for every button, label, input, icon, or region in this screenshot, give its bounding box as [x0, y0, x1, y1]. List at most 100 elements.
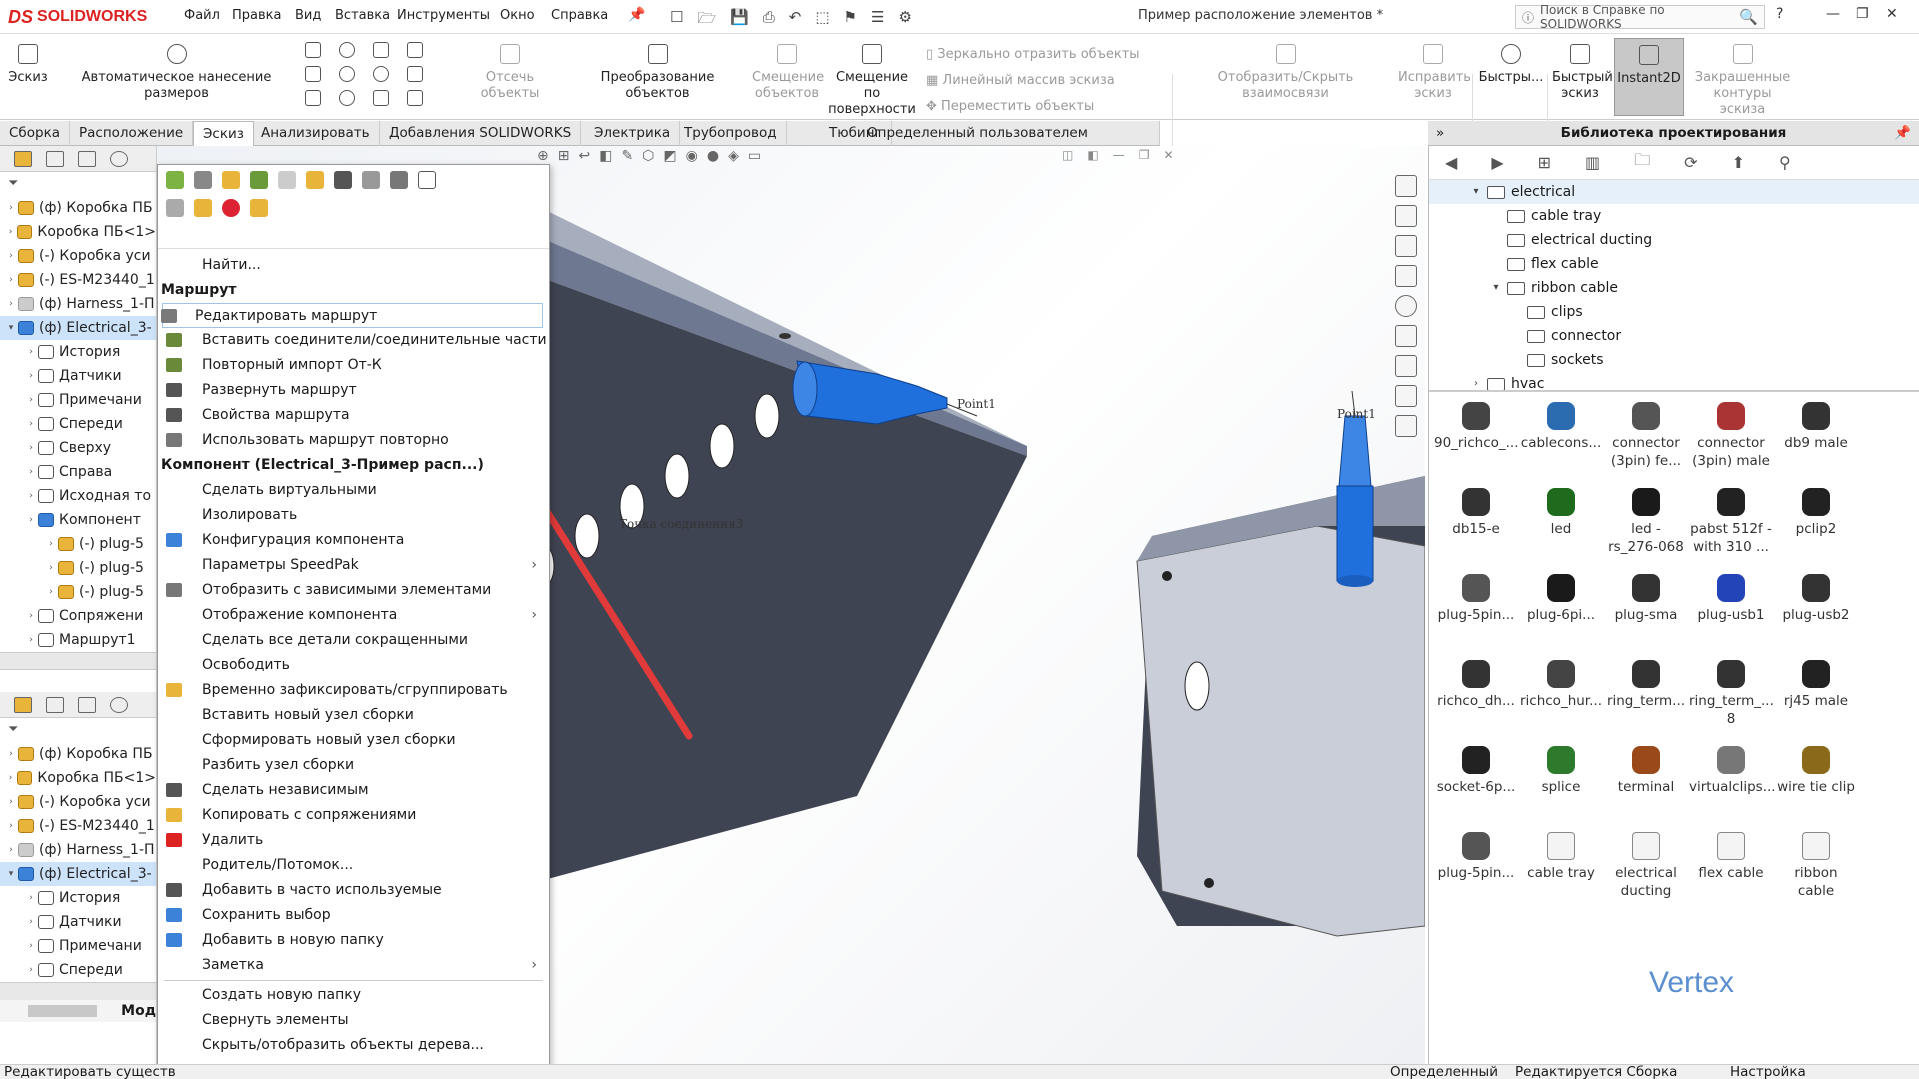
properties-icon[interactable]	[418, 171, 436, 189]
tab-solidworks-addins[interactable]: Добавления SOLIDWORKS	[380, 121, 582, 146]
library-item[interactable]: richco_hur...	[1519, 660, 1603, 710]
fillet-icon[interactable]	[373, 90, 389, 106]
help-icon[interactable]: ?	[1776, 6, 1783, 22]
add-to-library-icon[interactable]: ⊞	[1538, 153, 1551, 172]
refresh-icon[interactable]: ⟳	[1684, 153, 1697, 172]
spline-icon[interactable]	[373, 42, 389, 58]
expand-arrow-icon[interactable]: ›	[24, 436, 38, 460]
auto-dimension-button[interactable]: Автоматическое нанесение размеров	[54, 44, 299, 102]
quick-snaps-button[interactable]: Быстры...	[1478, 44, 1544, 86]
expand-arrow-icon[interactable]: ›	[24, 604, 38, 628]
tree-item[interactable]: › Компонент	[0, 508, 156, 532]
library-item[interactable]: ring_term_... 8	[1689, 660, 1774, 728]
edit-appearance-icon[interactable]: ●	[707, 148, 719, 164]
tree-item[interactable]: › Спереди	[0, 412, 156, 436]
help-search-box[interactable]: ⓘ Поиск в Справке по SOLIDWORKS 🔍	[1515, 3, 1765, 31]
tree-item[interactable]: › Спереди	[0, 958, 156, 982]
tree-item[interactable]: › (-) Коробка уси	[0, 790, 156, 814]
ellipse-icon[interactable]	[339, 90, 355, 106]
library-item[interactable]: connector (3pin) fe...	[1604, 402, 1688, 470]
property-manager-tab-icon[interactable]	[46, 696, 64, 713]
property-manager-tab-icon[interactable]	[46, 150, 64, 167]
expand-arrow-icon[interactable]: ›	[24, 934, 38, 958]
trim-entities-button[interactable]: Отсечь объекты	[455, 44, 565, 102]
mate-icon[interactable]	[334, 171, 352, 189]
select-icon[interactable]: ⬚	[815, 8, 829, 33]
expand-arrow-icon[interactable]: ›	[4, 220, 17, 244]
show-hide-relations-button[interactable]: Отобразить/Скрыть взаимосвязи	[1178, 44, 1393, 102]
tab-electrical[interactable]: Электрика	[585, 121, 681, 146]
library-folder-item[interactable]: cable tray	[1429, 204, 1919, 228]
expand-arrow-icon[interactable]: ›	[24, 958, 38, 982]
library-item[interactable]: plug-usb2	[1774, 574, 1858, 624]
ctx-menu-item[interactable]: Изолировать	[158, 503, 549, 528]
expand-arrow-icon[interactable]: ›	[24, 886, 38, 910]
tree-scrollbar-bottom[interactable]	[0, 982, 156, 1000]
library-item[interactable]: rj45 male	[1774, 660, 1858, 710]
library-item[interactable]: plug-sma	[1604, 574, 1688, 624]
expand-arrow-icon[interactable]: ›	[4, 814, 18, 838]
ctx-menu-item[interactable]: Копировать с сопряжениями	[158, 803, 549, 828]
plane-icon[interactable]	[407, 90, 423, 106]
offset-entities-button[interactable]: Смещение объектов	[752, 44, 824, 102]
ctx-menu-item[interactable]: Разбить узел сборки	[158, 753, 549, 778]
options-gear-icon[interactable]: ⚙	[898, 8, 911, 33]
dimxpert-tab-icon[interactable]	[110, 150, 128, 167]
tree-item[interactable]: › (ф) Коробка ПБ	[0, 742, 156, 766]
slot-icon[interactable]	[305, 90, 321, 106]
ctx-menu-item[interactable]: Временно зафиксировать/сгруппировать	[158, 678, 549, 703]
mirror-entities-button[interactable]: ▯ Зеркально отразить объекты	[926, 42, 1140, 68]
expand-arrow-icon[interactable]: ›	[44, 580, 58, 604]
tree-item[interactable]: › Исходная то	[0, 484, 156, 508]
library-item[interactable]: plug-5pin...	[1434, 574, 1518, 624]
library-item[interactable]: db9 male	[1774, 402, 1858, 452]
back-icon[interactable]: ◀	[1445, 153, 1457, 172]
library-folder-item[interactable]: clips	[1429, 300, 1919, 324]
tree-item[interactable]: › Датчики	[0, 910, 156, 934]
tree-item[interactable]: › Примечани	[0, 934, 156, 958]
expand-arrow-icon[interactable]: ›	[4, 196, 18, 220]
linear-pattern-button[interactable]: ▦ Линейный массив эскиза	[926, 68, 1140, 94]
ctx-menu-item[interactable]: Скрыть/отобразить объекты дерева...	[158, 1033, 549, 1058]
tab-assembly[interactable]: Сборка	[0, 121, 71, 146]
expand-arrow-icon[interactable]: ›	[24, 628, 38, 652]
smart-mates-icon[interactable]: ⚲	[1779, 153, 1791, 172]
tab-evaluate[interactable]: Анализировать	[252, 121, 380, 146]
library-item[interactable]: splice	[1519, 746, 1603, 796]
ctx-menu-item[interactable]: Конфигурация компонента	[158, 528, 549, 553]
ctx-menu-item[interactable]: Сделать все детали сокращенными	[158, 628, 549, 653]
circle-icon[interactable]	[339, 42, 355, 58]
library-folder-item[interactable]: connector	[1429, 324, 1919, 348]
help-search-input[interactable]: Поиск в Справке по SOLIDWORKS	[1540, 3, 1733, 31]
minimize-icon[interactable]: —	[1826, 6, 1840, 22]
text-icon[interactable]	[407, 66, 423, 82]
library-item[interactable]: 90_richco_...	[1434, 402, 1519, 452]
appearances-icon[interactable]	[1395, 295, 1417, 317]
tree-item[interactable]: › Коробка ПБ<1>	[0, 766, 156, 790]
model-tab[interactable]: Мод	[121, 1003, 156, 1019]
expand-arrow-icon[interactable]: ▾	[1469, 180, 1483, 204]
expand-arrow-icon[interactable]: ›	[44, 532, 58, 556]
pin-icon[interactable]: 📌	[628, 7, 645, 23]
ctx-menu-item[interactable]: Освободить	[158, 653, 549, 678]
convert-entities-button[interactable]: Преобразование объектов	[570, 44, 745, 102]
repair-sketch-button[interactable]: Исправить эскиз	[1398, 44, 1471, 102]
solidworks-resources-icon[interactable]	[1395, 175, 1417, 197]
tree-item[interactable]: › (-) Коробка уси	[0, 244, 156, 268]
hide-show-items-icon[interactable]: ◉	[686, 148, 698, 164]
instant2d-button[interactable]: Instant2D	[1614, 38, 1684, 116]
offset-on-surface-button[interactable]: Смещение по поверхности	[826, 44, 918, 118]
ctx-menu-item[interactable]: Сделать независимым	[158, 778, 549, 803]
ctx-find[interactable]: Найти...	[158, 253, 549, 278]
library-item[interactable]: cable tray	[1519, 832, 1603, 882]
dimxpert-tab-icon[interactable]	[110, 696, 128, 713]
viewport-minimize-icon[interactable]: —	[1113, 148, 1125, 162]
rebuild-icon[interactable]: ⚑	[844, 8, 857, 33]
rapid-sketch-button[interactable]: Быстрый эскиз	[1552, 44, 1613, 102]
forward-icon[interactable]: ▶	[1491, 153, 1503, 172]
library-folder-item[interactable]: sockets	[1429, 348, 1919, 372]
expand-arrow-icon[interactable]: ›	[4, 790, 18, 814]
appearance-icon[interactable]	[222, 199, 240, 217]
tree-item[interactable]: › Сверху	[0, 436, 156, 460]
expand-arrow-icon[interactable]: ▾	[4, 316, 18, 340]
